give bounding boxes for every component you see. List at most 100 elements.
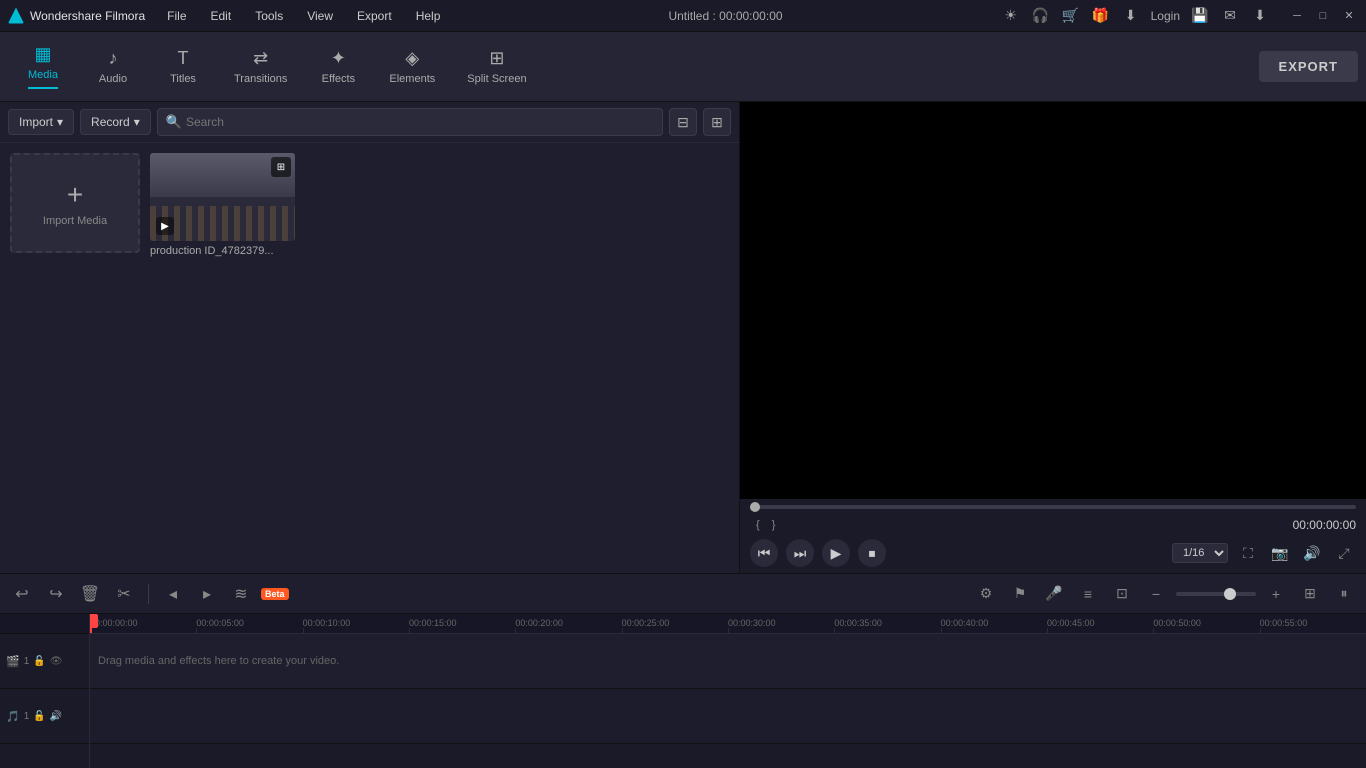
audio-lock-icon[interactable]: 🔓 <box>33 711 45 722</box>
right-bracket[interactable]: } <box>766 517 782 533</box>
menu-bar: File Edit Tools View Export Help <box>157 7 450 25</box>
filter-button[interactable]: ⊟ <box>669 108 697 136</box>
time-mark-line <box>196 628 197 634</box>
tab-audio[interactable]: ♪ Audio <box>78 35 148 99</box>
download-icon[interactable]: ⬇ <box>1121 6 1141 26</box>
preview-screen <box>740 102 1366 499</box>
timeline-toolbar: ↩ ↪ 🗑 ✂ ◂ ▸ ≋ Beta ⚙ ⚑ 🎤 ≡ ⊡ − + ⊞ ⏸ <box>0 574 1366 614</box>
adjust-right-button[interactable]: ▸ <box>193 580 221 608</box>
record-dropdown[interactable]: Record ▾ <box>80 109 151 135</box>
effects-tab-icon: ✦ <box>331 48 346 69</box>
time-mark: 00:00:20:00 <box>515 618 563 628</box>
timeline: ↩ ↪ 🗑 ✂ ◂ ▸ ≋ Beta ⚙ ⚑ 🎤 ≡ ⊡ − + ⊞ ⏸ <box>0 573 1366 768</box>
playhead-top[interactable] <box>90 614 98 628</box>
volume-icon[interactable]: 🔊 <box>1300 541 1324 565</box>
menu-help[interactable]: Help <box>406 7 451 25</box>
redo-button[interactable]: ↪ <box>42 580 70 608</box>
zoom-select[interactable]: 1/16 <box>1172 543 1228 563</box>
titlebar: Wondershare Filmora File Edit Tools View… <box>0 0 1366 32</box>
adjust-left-button[interactable]: ◂ <box>159 580 187 608</box>
search-input[interactable] <box>186 115 654 129</box>
pause-render-icon[interactable]: ⏸ <box>1330 580 1358 608</box>
minimize-button[interactable]: ─ <box>1288 7 1306 25</box>
playback-controls: ⏮ ⏭ ▶ ⏹ 1/16 ⛶ 📷 🔊 ⤢ <box>750 539 1356 567</box>
media-thumbnail: ⊞ ▶ <box>150 153 295 241</box>
left-bracket[interactable]: { <box>750 517 766 533</box>
cart-icon[interactable]: 🛒 <box>1061 6 1081 26</box>
audio-volume-icon[interactable]: 🔊 <box>50 711 62 722</box>
app-name: Wondershare Filmora <box>30 9 145 23</box>
title-text: Untitled : 00:00:00:00 <box>668 9 782 23</box>
step-back-button[interactable]: ⏮ <box>750 539 778 567</box>
video-track-area[interactable]: Drag media and effects here to create yo… <box>90 634 1366 689</box>
plus-icon: + <box>67 179 83 211</box>
menu-export[interactable]: Export <box>347 7 402 25</box>
preview-time-marks: { } 00:00:00:00 <box>750 517 1356 533</box>
maximize-button[interactable]: □ <box>1314 7 1332 25</box>
cut-button[interactable]: ✂ <box>110 580 138 608</box>
tab-media[interactable]: ▦ Media <box>8 35 78 99</box>
login-button[interactable]: Login <box>1151 9 1180 23</box>
zoom-slider-handle[interactable] <box>1224 588 1236 600</box>
audio-track-area[interactable] <box>90 689 1366 744</box>
download2-icon[interactable]: ⬇ <box>1250 6 1270 26</box>
progress-handle[interactable] <box>750 502 760 512</box>
time-mark: 00:00:45:00 <box>1047 618 1095 628</box>
add-track-icon[interactable]: ⊞ <box>1296 580 1324 608</box>
zoom-slider[interactable] <box>1176 592 1256 596</box>
video-lock-icon[interactable]: 🔓 <box>33 656 45 667</box>
motion-effect-button[interactable]: ≋ <box>227 580 255 608</box>
thumbnail-overlay-icon: ⊞ <box>271 157 291 177</box>
search-box[interactable]: 🔍 <box>157 108 663 136</box>
snapshot-icon[interactable]: 📷 <box>1268 541 1292 565</box>
audio-tab-icon: ♪ <box>109 48 118 69</box>
playhead[interactable] <box>90 614 92 633</box>
flag-icon[interactable]: ⚑ <box>1006 580 1034 608</box>
tab-elements[interactable]: ◈ Elements <box>373 35 451 99</box>
zoom-out-icon[interactable]: − <box>1142 580 1170 608</box>
headphones-icon[interactable]: 🎧 <box>1031 6 1051 26</box>
time-mark-line <box>303 628 304 634</box>
mail-icon[interactable]: ✉ <box>1220 6 1240 26</box>
play-button[interactable]: ▶ <box>822 539 850 567</box>
step-forward-slow-button[interactable]: ⏭ <box>786 539 814 567</box>
mic-icon[interactable]: 🎤 <box>1040 580 1068 608</box>
time-ruler: 00:00:00:0000:00:05:0000:00:10:0000:00:1… <box>90 614 1366 634</box>
export-button[interactable]: EXPORT <box>1259 51 1358 82</box>
splitscreen-tab-icon: ⊞ <box>489 48 504 69</box>
audio-track-number: 1 <box>24 711 30 722</box>
video-eye-icon[interactable]: 👁 <box>50 656 63 667</box>
delete-button[interactable]: 🗑 <box>76 580 104 608</box>
tab-effects[interactable]: ✦ Effects <box>303 35 373 99</box>
menu-file[interactable]: File <box>157 7 196 25</box>
audio-mix-icon[interactable]: ≡ <box>1074 580 1102 608</box>
preview-progress-bar[interactable] <box>750 505 1356 509</box>
tab-titles[interactable]: T Titles <box>148 35 218 99</box>
gift-icon[interactable]: 🎁 <box>1091 6 1111 26</box>
crop-icon[interactable]: ⊡ <box>1108 580 1136 608</box>
fullscreen-preview-icon[interactable]: ⛶ <box>1236 541 1260 565</box>
close-button[interactable]: ✕ <box>1340 7 1358 25</box>
undo-button[interactable]: ↩ <box>8 580 36 608</box>
zoom-in-icon[interactable]: + <box>1262 580 1290 608</box>
sun-icon[interactable]: ☀ <box>1001 6 1021 26</box>
import-media-tile[interactable]: + Import Media <box>10 153 140 253</box>
timeline-separator <box>148 584 149 604</box>
filter-icon: ⊟ <box>677 114 689 131</box>
stop-button[interactable]: ⏹ <box>858 539 886 567</box>
import-dropdown[interactable]: Import ▾ <box>8 109 74 135</box>
menu-tools[interactable]: Tools <box>245 7 293 25</box>
audio-track-label: 🎵 1 🔓 🔊 <box>0 689 89 744</box>
grid-view-button[interactable]: ⊞ <box>703 108 731 136</box>
settings-timeline-icon[interactable]: ⚙ <box>972 580 1000 608</box>
aspect-ratio-icon[interactable]: ⤢ <box>1332 541 1356 565</box>
video-track-icon: 🎬 <box>6 655 20 668</box>
motion-icon: ≋ <box>234 584 247 604</box>
menu-view[interactable]: View <box>297 7 343 25</box>
media-item[interactable]: ⊞ ▶ production ID_4782379... <box>150 153 295 257</box>
menu-edit[interactable]: Edit <box>201 7 242 25</box>
tab-transitions[interactable]: ⇄ Transitions <box>218 35 303 99</box>
save-icon[interactable]: 💾 <box>1190 6 1210 26</box>
time-mark: 00:00:55:00 <box>1260 618 1308 628</box>
tab-splitscreen[interactable]: ⊞ Split Screen <box>451 35 542 99</box>
